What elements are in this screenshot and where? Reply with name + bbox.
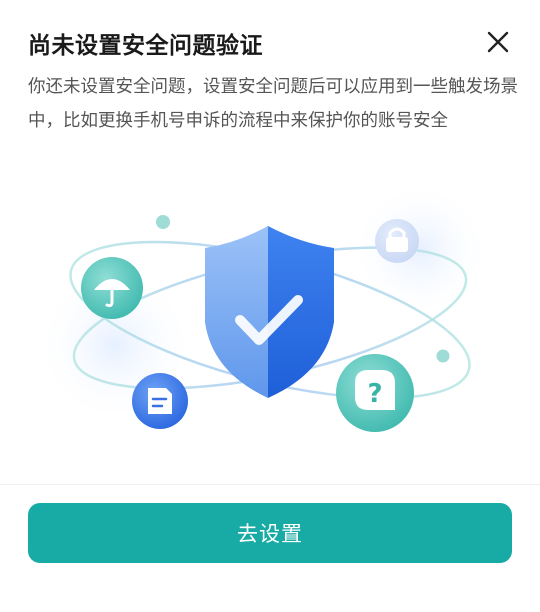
security-illustration: ? <box>0 180 540 470</box>
lock-icon <box>375 219 419 263</box>
dialog-description: 你还未设置安全问题，设置安全问题后可以应用到一些触发场景中，比如更换手机号申诉的… <box>28 77 518 131</box>
go-setup-button[interactable]: 去设置 <box>28 503 512 563</box>
close-icon[interactable] <box>484 28 512 56</box>
divider <box>0 484 540 485</box>
document-icon <box>132 373 188 429</box>
question-icon: ? <box>336 354 414 432</box>
umbrella-icon <box>81 257 143 319</box>
dialog-title: 尚未设置安全问题验证 <box>28 33 263 59</box>
security-question-dialog: 尚未设置安全问题验证 你还未设置安全问题，设置安全问题后可以应用到一些触发场景中… <box>0 0 540 612</box>
svg-text:?: ? <box>367 379 382 409</box>
